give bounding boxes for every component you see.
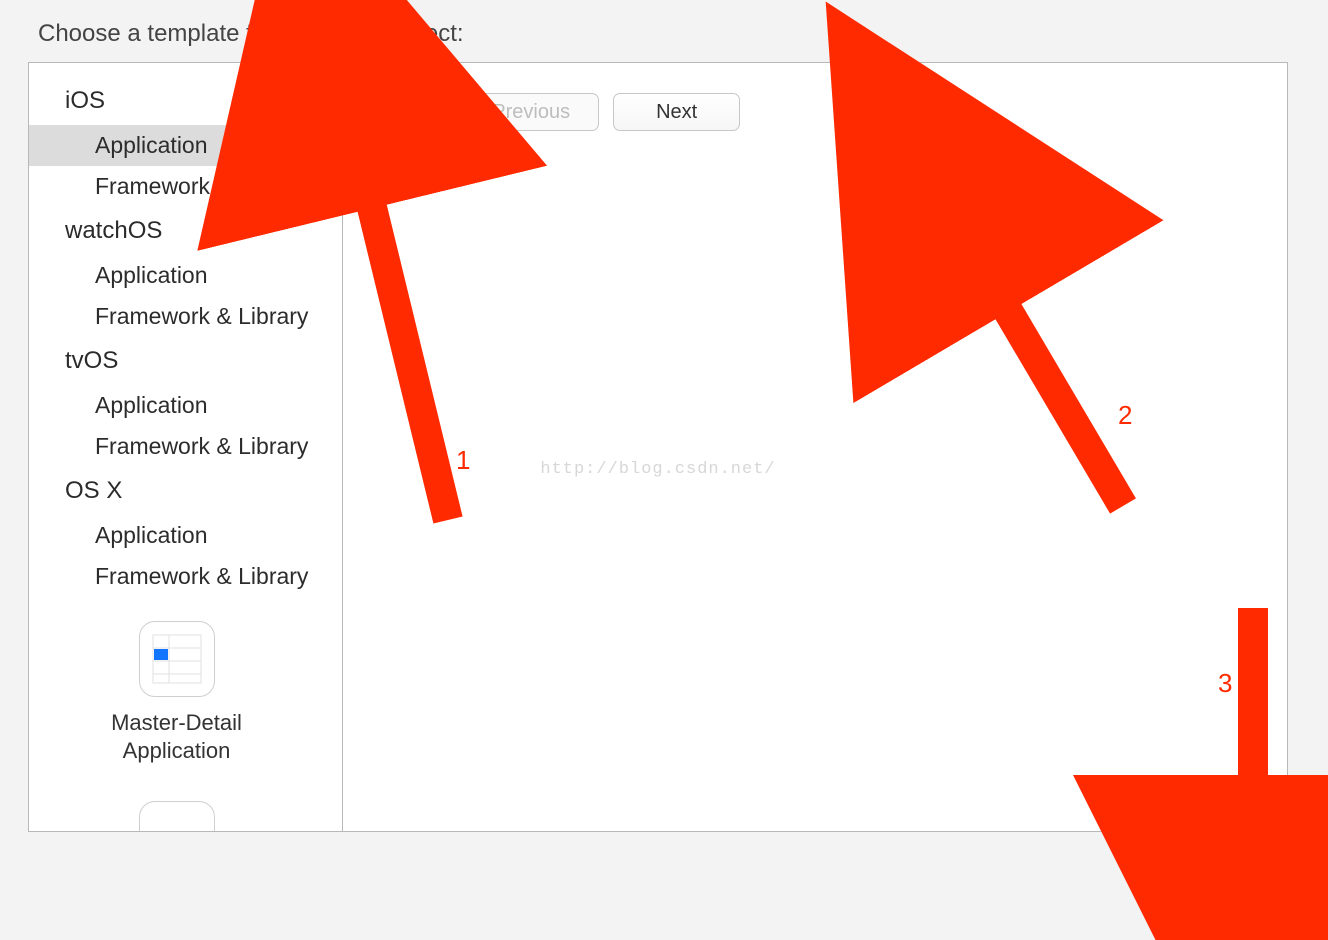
sidebar-item-ios-framework[interactable]: Framework & Library bbox=[29, 166, 342, 207]
sidebar-item-watchos-framework[interactable]: Framework & Library bbox=[29, 296, 342, 337]
sidebar-item-tvos-framework[interactable]: Framework & Library bbox=[29, 426, 342, 467]
dialog-header: Choose a template for your new project: bbox=[28, 0, 1288, 62]
sidebar-group-watchos: watchOS bbox=[29, 207, 342, 255]
master-detail-icon bbox=[139, 621, 215, 697]
sidebar-item-tvos-application[interactable]: Application bbox=[29, 385, 342, 426]
template-master-detail[interactable]: Master-Detail Application bbox=[71, 615, 282, 795]
dialog-panel: iOS Application Framework & Library watc… bbox=[28, 62, 1288, 832]
sidebar-group-tvos: tvOS bbox=[29, 337, 342, 385]
sidebar-item-osx-framework[interactable]: Framework & Library bbox=[29, 556, 342, 597]
sidebar-item-ios-application[interactable]: Application bbox=[29, 125, 342, 166]
template-main: Master-Detail Application Page-Based App… bbox=[29, 597, 342, 831]
template-label: Master-Detail Application bbox=[71, 709, 282, 764]
cancel-button[interactable]: Cancel bbox=[343, 93, 463, 131]
page-based-icon bbox=[139, 801, 215, 831]
sidebar-group-osx: OS X bbox=[29, 467, 342, 515]
new-project-dialog: Choose a template for your new project: … bbox=[28, 0, 1288, 832]
sidebar-item-osx-application[interactable]: Application bbox=[29, 515, 342, 556]
sidebar-group-ios: iOS bbox=[29, 77, 342, 125]
template-grid: Master-Detail Application Page-Based App… bbox=[29, 597, 342, 831]
next-button[interactable]: Next bbox=[613, 93, 740, 131]
previous-button: Previous bbox=[463, 93, 599, 131]
dialog-footer: Cancel Previous Next bbox=[343, 93, 740, 831]
sidebar-item-watchos-application[interactable]: Application bbox=[29, 255, 342, 296]
template-page-based[interactable]: Page-Based Application bbox=[71, 795, 282, 831]
category-sidebar: iOS Application Framework & Library watc… bbox=[29, 63, 343, 831]
